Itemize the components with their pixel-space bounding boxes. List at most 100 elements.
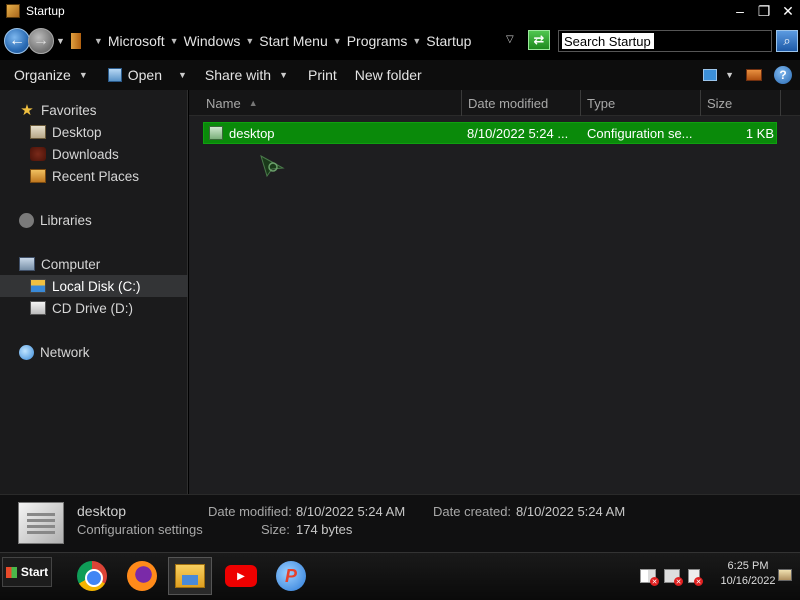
sidebar-item-label: Network <box>40 344 90 360</box>
column-name-label: Name <box>206 95 241 111</box>
sidebar-item-label: Local Disk (C:) <box>52 278 141 294</box>
organize-button[interactable]: Organize ▼ <box>14 67 88 83</box>
sidebar-item-desktop[interactable]: Desktop <box>0 121 188 143</box>
sidebar-item-favorites[interactable]: ★ Favorites <box>0 99 188 121</box>
details-file-type: Configuration settings <box>77 522 203 537</box>
p-app-icon[interactable]: P <box>269 557 313 595</box>
file-list: Name ▲ Date modified Type Size desktop 8… <box>189 90 800 494</box>
refresh-button[interactable]: ⇄ <box>528 30 550 50</box>
new-folder-button[interactable]: New folder <box>355 67 422 83</box>
sidebar-item-label: Libraries <box>40 212 92 228</box>
open-icon <box>107 68 122 82</box>
youtube-icon[interactable]: ▶ <box>219 557 263 595</box>
breadcrumb-startup[interactable]: Startup <box>426 33 471 49</box>
file-name: desktop <box>229 125 275 141</box>
column-size-label: Size <box>707 95 733 111</box>
sidebar-item-libraries[interactable]: Libraries <box>0 209 188 231</box>
details-pane: desktop Configuration settings Date modi… <box>0 494 800 552</box>
file-size: 1 KB <box>745 126 774 141</box>
chevron-down-icon[interactable]: ▼ <box>94 36 103 46</box>
chevron-down-icon[interactable]: ▼ <box>245 36 254 46</box>
column-date-modified[interactable]: Date modified <box>462 90 581 116</box>
star-icon: ★ <box>20 102 34 119</box>
breadcrumb-programs[interactable]: Programs <box>347 33 408 49</box>
print-button[interactable]: Print <box>308 67 337 83</box>
column-name[interactable]: Name ▲ <box>200 90 462 116</box>
clock-date: 10/16/2022 <box>720 575 776 587</box>
config-file-thumbnail-icon <box>18 502 64 544</box>
sidebar-item-downloads[interactable]: Downloads <box>0 143 188 165</box>
chrome-icon[interactable] <box>70 557 114 595</box>
navigation-pane: ★ Favorites Desktop Downloads Recent Pla… <box>0 90 188 494</box>
restore-button[interactable]: ❐ <box>752 0 776 22</box>
search-icon[interactable]: ⌕ <box>776 30 798 52</box>
config-file-icon <box>209 126 223 140</box>
organize-label: Organize <box>14 67 71 83</box>
share-with-label: Share with <box>204 67 272 83</box>
sidebar-item-label: Recent Places <box>52 168 140 184</box>
search-input[interactable] <box>559 31 771 51</box>
chevron-down-icon[interactable]: ▼ <box>412 36 421 46</box>
minimize-button[interactable]: – <box>728 0 752 22</box>
sidebar-item-computer[interactable]: Computer <box>0 253 188 275</box>
action-center-flag-icon[interactable]: ✕ <box>640 569 659 586</box>
forward-button[interactable]: → <box>28 28 54 54</box>
sidebar-item-label: Computer <box>41 256 101 272</box>
chevron-down-icon: ▼ <box>78 70 88 80</box>
details-date-modified: 8/10/2022 5:24 AM <box>296 504 406 519</box>
clock[interactable]: 6:25 PM 10/16/2022 <box>718 559 778 589</box>
recent-pages-dropdown[interactable]: ▼ <box>56 36 65 46</box>
file-type: Configuration se... <box>587 126 693 141</box>
column-header-row: Name ▲ Date modified Type Size <box>189 90 800 116</box>
command-bar: Organize ▼ Open ▼ Share with ▼ Print New… <box>0 60 800 90</box>
sort-ascending-icon: ▲ <box>248 98 258 108</box>
address-dropdown[interactable]: ▽ <box>506 34 514 45</box>
chevron-down-icon[interactable]: ▼ <box>333 36 342 46</box>
sidebar-item-local-disk[interactable]: Local Disk (C:) <box>0 275 188 297</box>
sidebar-item-network[interactable]: Network <box>0 341 188 363</box>
column-type[interactable]: Type <box>581 90 701 116</box>
toolbar-right: ▼ ? <box>703 66 792 84</box>
search-box[interactable] <box>558 30 772 52</box>
details-date-created: 8/10/2022 5:24 AM <box>516 504 626 519</box>
volume-muted-icon[interactable]: ✕ <box>688 569 703 586</box>
preview-pane-icon[interactable] <box>746 69 762 81</box>
breadcrumb[interactable]: ▼ Microsoft ▼ Windows ▼ Start Menu ▼ Pro… <box>70 28 511 54</box>
folder-icon <box>70 33 81 49</box>
desktop-icon <box>30 125 46 139</box>
column-type-label: Type <box>587 95 616 111</box>
column-size[interactable]: Size <box>701 90 781 116</box>
table-row[interactable]: desktop 8/10/2022 5:24 ... Configuration… <box>203 122 777 144</box>
open-button[interactable]: Open ▼ <box>107 67 187 83</box>
open-label: Open <box>127 67 162 83</box>
network-status-icon[interactable]: ✕ <box>664 569 683 586</box>
share-with-button[interactable]: Share with ▼ <box>205 67 288 83</box>
downloads-icon <box>30 147 46 161</box>
new-folder-label: New folder <box>354 67 422 83</box>
computer-icon <box>19 257 35 271</box>
file-date-modified: 8/10/2022 5:24 ... <box>467 126 569 141</box>
breadcrumb-start-menu[interactable]: Start Menu <box>259 33 327 49</box>
chevron-down-icon[interactable]: ▼ <box>725 70 734 80</box>
window-controls: – ❐ ✕ <box>728 0 800 22</box>
sidebar-item-recent-places[interactable]: Recent Places <box>0 165 188 187</box>
help-icon[interactable]: ? <box>774 66 792 84</box>
close-button[interactable]: ✕ <box>776 0 800 22</box>
show-desktop-icon[interactable] <box>778 569 792 581</box>
details-date-created-label: Date created: <box>433 504 512 519</box>
start-button[interactable]: Start <box>2 557 52 587</box>
change-view-icon[interactable] <box>703 69 718 81</box>
chevron-down-icon[interactable]: ▼ <box>170 36 179 46</box>
breadcrumb-windows[interactable]: Windows <box>184 33 241 49</box>
libraries-icon <box>19 212 34 228</box>
sidebar-item-cd-drive[interactable]: CD Drive (D:) <box>0 297 188 319</box>
breadcrumb-microsoft[interactable]: Microsoft <box>108 33 165 49</box>
file-explorer-icon[interactable] <box>168 557 212 595</box>
chevron-down-icon[interactable]: ▼ <box>178 70 187 80</box>
back-button[interactable]: ← <box>4 28 30 54</box>
firefox-icon[interactable] <box>120 557 164 595</box>
sidebar-item-label: Favorites <box>41 102 97 118</box>
network-icon <box>19 344 34 360</box>
window-title: Startup <box>26 4 65 18</box>
details-date-modified-label: Date modified: <box>208 504 292 519</box>
